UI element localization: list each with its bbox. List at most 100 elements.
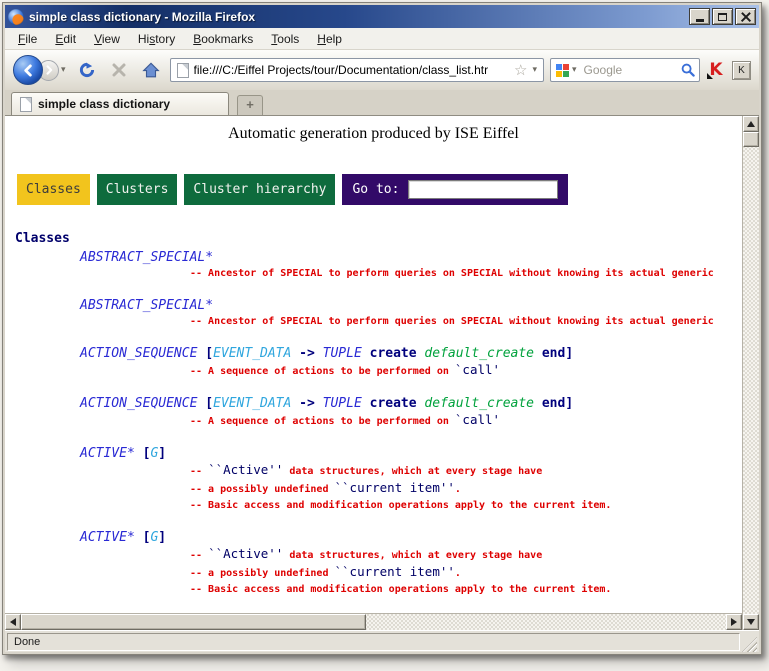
class-link[interactable]: * [127,530,135,545]
code-segment: ``Active'' [208,462,283,477]
code-segment: -- Ancestor of SPECIAL to perform querie… [190,268,720,279]
bookmark-star-icon[interactable]: ☆ [511,63,530,78]
class-link[interactable]: * [127,446,135,461]
class-comment-line: -- Ancestor of SPECIAL to perform querie… [5,266,742,282]
search-bar[interactable]: ▾ Google [550,58,700,82]
scroll-down-button[interactable] [743,614,759,630]
k-addon-button[interactable]: K [732,61,751,80]
window-controls [689,8,756,25]
class-link[interactable]: ACTION_SEQUENCE [80,396,197,411]
code-segment: -> [291,346,322,361]
url-text: file:///C:/Eiffel Projects/tour/Document… [194,63,511,77]
clusters-button[interactable]: Clusters [97,174,178,205]
vertical-scrollbar-track[interactable] [743,147,759,614]
search-icon[interactable] [681,63,695,77]
menu-bar: FileEditViewHistoryBookmarksToolsHelp [5,28,759,50]
vertical-scrollbar-thumb[interactable] [743,132,759,147]
class-entry-name: ABSTRACT_SPECIAL* [5,297,742,314]
browser-window: simple class dictionary - Mozilla Firefo… [2,2,762,655]
back-button[interactable] [13,55,43,85]
menu-help[interactable]: Help [308,29,351,49]
status-text: Done [7,633,740,651]
code-segment: -- [190,550,208,561]
forward-arrow-icon [44,65,54,75]
code-segment: -- a possibly undefined [190,568,335,579]
scroll-left-button[interactable] [5,614,21,630]
new-tab-button[interactable]: + [237,95,263,115]
class-link[interactable]: TUPLE [323,346,362,361]
code-segment: create [362,396,425,411]
tab-page-icon [20,97,32,112]
navigation-toolbar: ▾ file:///C:/Eiffel Project [5,50,759,90]
maximize-button[interactable] [712,8,733,25]
code-segment: `call' [455,412,500,427]
url-dropdown-icon[interactable]: ▾ [530,66,539,75]
history-dropdown-icon[interactable]: ▾ [59,66,68,75]
code-segment: [ [197,396,213,411]
goto-input[interactable] [408,180,558,199]
menu-file[interactable]: File [9,29,46,49]
class-link[interactable]: ACTION_SEQUENCE [80,346,197,361]
code-segment: . [455,484,461,495]
class-link[interactable]: ABSTRACT_SPECIAL [80,298,205,313]
kaspersky-icon[interactable]: K [706,60,726,80]
scroll-right-icon [731,618,737,626]
tab-bar: simple class dictionary + [5,90,759,116]
class-link[interactable]: ACTIVE [80,530,127,545]
code-segment: -- Basic access and modification operati… [190,500,611,511]
stop-button[interactable] [106,57,132,83]
class-link[interactable]: * [205,250,213,265]
resize-grip[interactable] [742,637,757,652]
home-button[interactable] [138,57,164,83]
class-list: ABSTRACT_SPECIAL*-- Ancestor of SPECIAL … [5,249,742,613]
class-entry: ACTIVE* [G]-- ``Active'' data structures… [5,529,742,598]
scroll-down-icon [747,619,755,625]
scroll-up-button[interactable] [743,116,759,132]
menu-history[interactable]: History [129,29,184,49]
code-segment: create [362,346,425,361]
class-comment-line: -- a possibly undefined ``current item''… [5,564,742,582]
class-comment-line: -- Basic access and modification operati… [5,582,742,598]
cluster-hierarchy-button[interactable]: Cluster hierarchy [184,174,335,205]
scroll-right-button[interactable] [726,614,742,630]
horizontal-scrollbar-thumb[interactable] [21,614,366,630]
class-entry-name: ABSTRACT_SPECIAL* [5,249,742,266]
code-segment: -- [190,466,208,477]
classes-button[interactable]: Classes [17,174,90,205]
code-segment: [ [197,346,213,361]
code-segment: end [534,346,565,361]
class-entry-name: ACTIVE* [G] [5,445,742,462]
menu-edit[interactable]: Edit [46,29,85,49]
class-link[interactable]: ABSTRACT_SPECIAL [80,250,205,265]
scroll-left-icon [10,618,16,626]
class-entry-name: ACTION_SEQUENCE [EVENT_DATA -> TUPLE cre… [5,345,742,362]
class-entry-name: ACTION_SEQUENCE [EVENT_DATA -> TUPLE cre… [5,395,742,412]
minimize-button[interactable] [689,8,710,25]
code-segment: ] [158,446,166,461]
search-engine-dropdown-icon[interactable]: ▾ [570,66,579,75]
code-segment: default_create [424,396,534,411]
tab-simple-class-dictionary[interactable]: simple class dictionary [11,92,229,115]
desktop-background: simple class dictionary - Mozilla Firefo… [0,0,769,671]
horizontal-scrollbar-track[interactable] [366,614,726,630]
menu-view[interactable]: View [85,29,129,49]
reload-button[interactable] [74,57,100,83]
back-forward-group: ▾ [13,55,68,85]
class-link[interactable]: * [205,298,213,313]
url-bar[interactable]: file:///C:/Eiffel Projects/tour/Document… [170,58,544,82]
search-placeholder: Google [579,63,681,77]
close-button[interactable] [735,8,756,25]
code-segment: ``Active'' [208,546,283,561]
scroll-up-icon [747,121,755,127]
tab-title: simple class dictionary [38,97,170,111]
horizontal-scrollbar[interactable] [5,613,742,630]
vertical-scrollbar[interactable] [742,116,759,630]
class-entry-name: ACTIVE* [G] [5,529,742,546]
class-link[interactable]: ACTIVE [80,446,127,461]
menu-tools[interactable]: Tools [262,29,308,49]
title-bar[interactable]: simple class dictionary - Mozilla Firefo… [5,5,759,28]
class-comment-line: -- ``Active'' data structures, which at … [5,462,742,480]
menu-bookmarks[interactable]: Bookmarks [184,29,262,49]
class-link[interactable]: TUPLE [323,396,362,411]
code-segment: ] [565,346,573,361]
